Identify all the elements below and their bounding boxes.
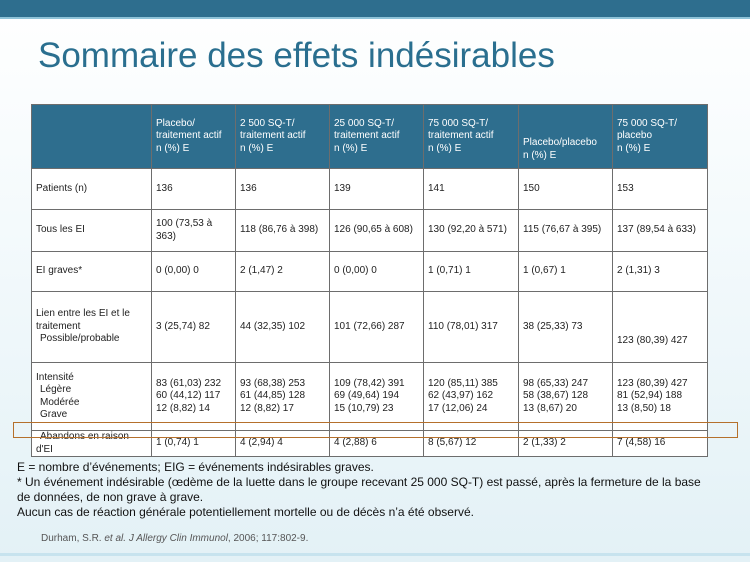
table-cell: 118 (86,76 à 398): [235, 209, 330, 252]
footnotes: E = nombre d’événements; EIG = événement…: [17, 460, 717, 520]
table-cell: 1 (0,71) 1: [423, 251, 519, 292]
table-cell: 100 (73,53 à 363): [151, 209, 236, 252]
withdrawal-row-highlight-box: [13, 422, 738, 438]
row-label: Patients (n): [31, 168, 152, 210]
adverse-events-table: Placebo/ traitement actif n (%) E 2 500 …: [31, 104, 708, 457]
table-cell: 3 (25,74) 82: [151, 291, 236, 363]
table-cell: 115 (76,67 à 395): [518, 209, 613, 252]
table-cell: 2 (1,47) 2: [235, 251, 330, 292]
table-cell: 83 (61,03) 232 60 (44,12) 117 12 (8,82) …: [151, 362, 236, 431]
table-cell: 38 (25,33) 73: [518, 291, 613, 363]
table-row-serious-ae: EI graves* 0 (0,00) 0 2 (1,47) 2 0 (0,00…: [31, 251, 708, 292]
table-row-relation: Lien entre les EI et le traitement Possi…: [31, 291, 708, 363]
header-col-5: Placebo/placebo n (%) E: [518, 104, 613, 169]
table-cell: 2 (1,31) 3: [612, 251, 708, 292]
table-cell: 101 (72,66) 287: [329, 291, 424, 363]
table-cell: 123 (80,39) 427 81 (52,94) 188 13 (8,50)…: [612, 362, 708, 431]
footnote-abbreviations: E = nombre d’événements; EIG = événement…: [17, 460, 374, 474]
row-label: Lien entre les EI et le traitement Possi…: [31, 291, 152, 363]
table-cell: 93 (68,38) 253 61 (44,85) 128 12 (8,82) …: [235, 362, 330, 431]
table-cell: 136: [151, 168, 236, 210]
table-cell: 0 (0,00) 0: [329, 251, 424, 292]
footnote-asterisk: * Un événement indésirable (œdème de la …: [17, 475, 701, 504]
table-header-row: Placebo/ traitement actif n (%) E 2 500 …: [31, 104, 708, 169]
table-cell: 44 (32,35) 102: [235, 291, 330, 363]
row-label: Tous les EI: [31, 209, 152, 252]
table-cell: 110 (78,01) 317: [423, 291, 519, 363]
reference-citation: Durham, S.R. et al. J Allergy Clin Immun…: [41, 533, 309, 544]
table-cell: 1 (0,67) 1: [518, 251, 613, 292]
header-col-3: 25 000 SQ-T/ traitement actif n (%) E: [329, 104, 424, 169]
slide-title: Sommaire des effets indésirables: [38, 36, 555, 75]
table-row-intensity: Intensité Légère Modérée Grave 83 (61,03…: [31, 362, 708, 431]
header-col-4: 75 000 SQ-T/ traitement actif n (%) E: [423, 104, 519, 169]
table-cell: 0 (0,00) 0: [151, 251, 236, 292]
footnote-no-deaths: Aucun cas de réaction générale potentiel…: [17, 505, 474, 519]
header-empty-cell: [31, 104, 152, 169]
header-col-2: 2 500 SQ-T/ traitement actif n (%) E: [235, 104, 330, 169]
table-cell: 153: [612, 168, 708, 210]
table-cell: 123 (80,39) 427: [612, 291, 708, 363]
table-cell: 137 (89,54 à 633): [612, 209, 708, 252]
top-band-accent-line: [0, 17, 750, 19]
table-cell: 141: [423, 168, 519, 210]
header-col-1: Placebo/ traitement actif n (%) E: [151, 104, 236, 169]
table-cell: 150: [518, 168, 613, 210]
table-cell: 130 (92,20 à 571): [423, 209, 519, 252]
top-band: [0, 0, 750, 17]
table-cell: 109 (78,42) 391 69 (49,64) 194 15 (10,79…: [329, 362, 424, 431]
table-cell: 126 (90,65 à 608): [329, 209, 424, 252]
bottom-accent-line: [0, 553, 750, 556]
table-row-patients: Patients (n) 136 136 139 141 150 153: [31, 168, 708, 210]
table-cell: 139: [329, 168, 424, 210]
table-cell: 120 (85,11) 385 62 (43,97) 162 17 (12,06…: [423, 362, 519, 431]
table-row-all-ae: Tous les EI 100 (73,53 à 363) 118 (86,76…: [31, 209, 708, 252]
header-col-6: 75 000 SQ-T/ placebo n (%) E: [612, 104, 708, 169]
row-label: EI graves*: [31, 251, 152, 292]
row-label: Intensité Légère Modérée Grave: [31, 362, 152, 431]
table-cell: 98 (65,33) 247 58 (38,67) 128 13 (8,67) …: [518, 362, 613, 431]
table-cell: 136: [235, 168, 330, 210]
